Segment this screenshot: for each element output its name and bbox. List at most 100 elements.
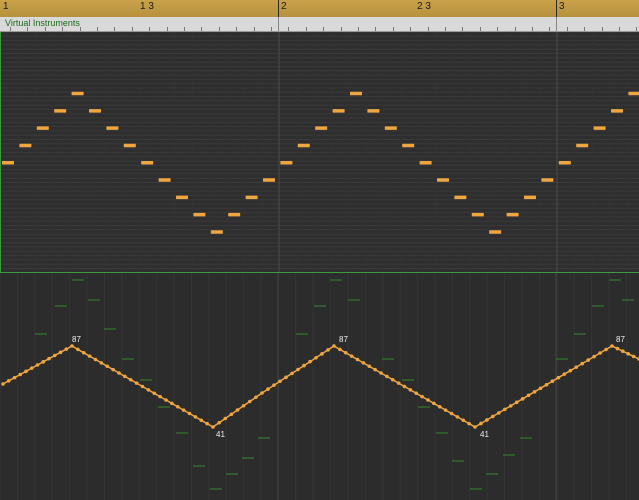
automation-point[interactable] bbox=[349, 354, 354, 358]
automation-point[interactable] bbox=[443, 408, 448, 412]
automation-point[interactable] bbox=[229, 412, 234, 417]
midi-note[interactable] bbox=[593, 126, 606, 130]
automation-point[interactable] bbox=[170, 401, 174, 406]
automation-point[interactable] bbox=[461, 418, 466, 423]
automation-point[interactable] bbox=[152, 391, 157, 396]
midi-note[interactable] bbox=[628, 91, 639, 96]
automation-point[interactable] bbox=[449, 411, 454, 416]
automation-point[interactable] bbox=[211, 425, 215, 429]
automation-point[interactable] bbox=[514, 400, 519, 405]
midi-note[interactable] bbox=[228, 212, 241, 217]
automation-point[interactable] bbox=[47, 356, 51, 361]
midi-note[interactable] bbox=[19, 143, 32, 148]
midi-note[interactable] bbox=[332, 109, 345, 113]
automation-point[interactable] bbox=[241, 403, 246, 408]
automation-point[interactable] bbox=[343, 350, 348, 355]
automation-point[interactable] bbox=[390, 377, 395, 382]
automation-point[interactable] bbox=[223, 416, 228, 421]
automation-point[interactable] bbox=[467, 421, 471, 426]
automation-point[interactable] bbox=[426, 398, 430, 402]
midi-note[interactable] bbox=[245, 195, 258, 200]
automation-point[interactable] bbox=[302, 363, 306, 368]
automation-point[interactable] bbox=[491, 414, 495, 419]
automation-point[interactable] bbox=[181, 408, 186, 412]
automation-lane[interactable]: 87 41 87 41 87 bbox=[0, 273, 639, 500]
automation-point[interactable] bbox=[580, 361, 585, 366]
automation-point[interactable] bbox=[437, 404, 442, 409]
automation-point[interactable] bbox=[367, 364, 372, 369]
region-header[interactable]: Virtual Instruments bbox=[0, 17, 639, 32]
note-grid-canvas[interactable] bbox=[1, 32, 639, 272]
automation-point[interactable] bbox=[146, 388, 151, 392]
midi-note[interactable] bbox=[524, 195, 536, 200]
automation-point[interactable] bbox=[526, 393, 531, 398]
automation-point[interactable] bbox=[626, 352, 630, 356]
automation-point[interactable] bbox=[621, 349, 625, 353]
automation-point[interactable] bbox=[175, 404, 180, 409]
automation-point[interactable] bbox=[562, 372, 567, 376]
automation-point[interactable] bbox=[128, 377, 133, 382]
automation-point[interactable] bbox=[586, 358, 590, 362]
note-grid[interactable] bbox=[0, 32, 639, 273]
automation-point[interactable] bbox=[574, 365, 579, 369]
automation-point[interactable] bbox=[385, 374, 389, 379]
automation-point[interactable] bbox=[123, 374, 127, 379]
automation-point[interactable] bbox=[556, 375, 561, 380]
automation-point[interactable] bbox=[379, 371, 383, 375]
midi-note[interactable] bbox=[454, 195, 467, 200]
automation-point[interactable] bbox=[479, 421, 483, 426]
automation-point[interactable] bbox=[373, 367, 377, 372]
automation-point[interactable] bbox=[314, 355, 318, 360]
automation-line[interactable] bbox=[2, 345, 639, 428]
midi-note[interactable] bbox=[158, 178, 171, 182]
midi-note[interactable] bbox=[558, 161, 571, 165]
automation-point[interactable] bbox=[24, 369, 28, 374]
midi-note[interactable] bbox=[384, 126, 397, 130]
midi-note[interactable] bbox=[141, 161, 154, 165]
automation-point[interactable] bbox=[544, 382, 549, 387]
midi-note[interactable] bbox=[263, 178, 275, 182]
automation-point[interactable] bbox=[164, 398, 168, 402]
midi-note[interactable] bbox=[350, 91, 362, 96]
automation-point[interactable] bbox=[592, 354, 596, 359]
automation-point[interactable] bbox=[320, 352, 324, 356]
automation-point[interactable] bbox=[105, 364, 110, 369]
automation-point[interactable] bbox=[420, 394, 424, 399]
automation-point[interactable] bbox=[396, 381, 401, 385]
midi-note[interactable] bbox=[541, 178, 554, 182]
automation-point[interactable] bbox=[432, 401, 436, 406]
timeline-ruler[interactable]: 1 1 3 2 2 3 3 bbox=[0, 0, 639, 18]
automation-point[interactable] bbox=[266, 387, 270, 391]
automation-point[interactable] bbox=[81, 350, 86, 355]
automation-point[interactable] bbox=[205, 421, 209, 426]
midi-note[interactable] bbox=[419, 161, 432, 165]
automation-point[interactable] bbox=[272, 383, 276, 387]
automation-point[interactable] bbox=[550, 379, 555, 384]
automation-point[interactable] bbox=[235, 408, 240, 412]
automation-point[interactable] bbox=[64, 347, 69, 351]
automation-point[interactable] bbox=[502, 407, 507, 412]
automation-point[interactable] bbox=[41, 360, 46, 364]
automation-point[interactable] bbox=[631, 354, 636, 359]
automation-point[interactable] bbox=[332, 344, 336, 348]
midi-note[interactable] bbox=[123, 143, 136, 148]
automation-point[interactable] bbox=[326, 348, 330, 352]
automation-point[interactable] bbox=[199, 418, 204, 423]
automation-point[interactable] bbox=[29, 366, 34, 370]
midi-note[interactable] bbox=[2, 161, 14, 165]
automation-point[interactable] bbox=[76, 347, 80, 352]
automation-point[interactable] bbox=[497, 411, 501, 415]
automation-point[interactable] bbox=[290, 371, 294, 376]
automation-point[interactable] bbox=[508, 404, 513, 408]
automation-point[interactable] bbox=[402, 384, 407, 389]
automation-point[interactable] bbox=[520, 397, 525, 401]
automation-point[interactable] bbox=[87, 354, 92, 358]
midi-note[interactable] bbox=[89, 109, 101, 113]
automation-point[interactable] bbox=[193, 415, 198, 419]
automation-point[interactable] bbox=[361, 361, 366, 365]
automation-point[interactable] bbox=[217, 420, 221, 425]
automation-point[interactable] bbox=[598, 351, 602, 355]
automation-point[interactable] bbox=[1, 382, 5, 386]
automation-point[interactable] bbox=[538, 386, 543, 391]
midi-note[interactable] bbox=[297, 143, 310, 148]
